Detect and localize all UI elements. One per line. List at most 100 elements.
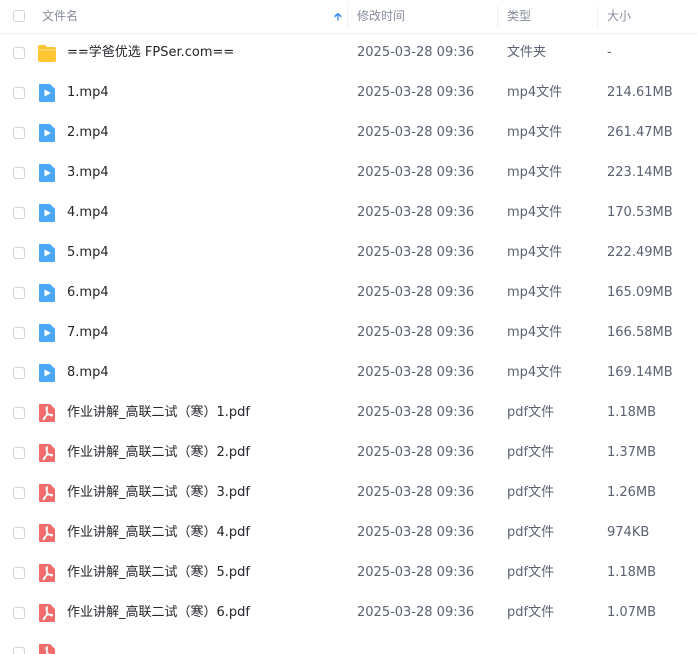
file-name[interactable]: 作业讲解_高联二试（寒）5.pdf [67,553,250,593]
modified-time: 2025-03-28 09:36 [357,45,475,60]
file-type: pdf文件 [507,445,555,460]
file-name[interactable]: 5.mp4 [67,233,109,273]
modified-time: 2025-03-28 09:36 [357,445,475,460]
file-name[interactable]: 作业讲解_高联二试（寒）6.pdf [67,593,250,633]
video-icon [39,124,55,142]
file-size: 166.58MB [607,325,673,340]
row-checkbox[interactable] [13,647,25,654]
file-type: mp4文件 [507,365,563,380]
file-size: 1.18MB [607,405,657,420]
file-type: mp4文件 [507,285,563,300]
file-name[interactable]: 作业讲解_高联二试（寒）1.pdf [67,393,250,433]
table-row[interactable]: 作业讲解_高联二试（寒）1.pdf 2025-03-28 09:36 pdf文件 1.… [0,393,697,433]
file-list: 文件名 🡱 修改时间 类型 大小 ==学爸优选 FPSer.com== 2025-… [0,0,697,654]
row-checkbox[interactable] [13,287,25,299]
file-type: mp4文件 [507,85,563,100]
table-row[interactable]: 作业讲解_高联二试（寒）2.pdf 2025-03-28 09:36 pdf文件 1.… [0,433,697,473]
table-row[interactable]: 2.mp4 2025-03-28 09:36 mp4文件 261.47MB [0,113,697,153]
file-size: 170.53MB [607,205,673,220]
file-name[interactable]: 作业讲解_高联二试（寒）4.pdf [67,513,250,553]
file-name[interactable]: 8.mp4 [67,353,109,393]
file-type: pdf文件 [507,565,555,580]
file-name[interactable]: 4.mp4 [67,193,109,233]
modified-time: 2025-03-28 09:36 [357,525,475,540]
pdf-icon [39,564,55,582]
file-name[interactable]: 7.mp4 [67,313,109,353]
file-name[interactable]: ==学爸优选 FPSer.com== [67,33,234,73]
modified-time: 2025-03-28 09:36 [357,85,475,100]
modified-time: 2025-03-28 09:36 [357,565,475,580]
file-type: mp4文件 [507,165,563,180]
table-row[interactable]: ==学爸优选 FPSer.com== 2025-03-28 09:36 文件夹 - [0,33,697,73]
row-checkbox[interactable] [13,87,25,99]
pdf-icon [39,484,55,502]
pdf-icon [39,444,55,462]
file-size: 222.49MB [607,245,673,260]
row-checkbox[interactable] [13,447,25,459]
pdf-icon [39,644,55,654]
row-checkbox[interactable] [13,127,25,139]
video-icon [39,164,55,182]
file-type: 文件夹 [507,45,547,60]
file-name[interactable]: 6.mp4 [67,273,109,313]
table-row[interactable]: 6.mp4 2025-03-28 09:36 mp4文件 165.09MB [0,273,697,313]
file-size: 223.14MB [607,165,673,180]
file-type: pdf文件 [507,605,555,620]
modified-time: 2025-03-28 09:36 [357,205,475,220]
table-row[interactable]: 8.mp4 2025-03-28 09:36 mp4文件 169.14MB [0,353,697,393]
table-row[interactable] [0,633,697,654]
header-type[interactable]: 类型 [507,0,531,33]
file-type: pdf文件 [507,405,555,420]
modified-time: 2025-03-28 09:36 [357,245,475,260]
row-checkbox[interactable] [13,487,25,499]
header-divider [597,6,598,28]
row-checkbox[interactable] [13,367,25,379]
row-checkbox[interactable] [13,167,25,179]
file-type: mp4文件 [507,125,563,140]
row-checkbox[interactable] [13,527,25,539]
file-size: - [607,45,612,60]
pdf-icon [39,524,55,542]
arrow-up-icon[interactable]: 🡱 [334,0,342,33]
row-checkbox[interactable] [13,247,25,259]
header-size[interactable]: 大小 [607,0,631,33]
header-name[interactable]: 文件名 [42,0,78,33]
file-name[interactable]: 作业讲解_高联二试（寒）3.pdf [67,473,250,513]
row-checkbox[interactable] [13,567,25,579]
file-type: pdf文件 [507,485,555,500]
file-size: 1.07MB [607,605,657,620]
table-row[interactable]: 4.mp4 2025-03-28 09:36 mp4文件 170.53MB [0,193,697,233]
file-size: 214.61MB [607,85,673,100]
table-row[interactable]: 1.mp4 2025-03-28 09:36 mp4文件 214.61MB [0,73,697,113]
row-checkbox[interactable] [13,407,25,419]
modified-time: 2025-03-28 09:36 [357,605,475,620]
table-row[interactable]: 作业讲解_高联二试（寒）5.pdf 2025-03-28 09:36 pdf文件 1.… [0,553,697,593]
video-icon [39,324,55,342]
header-divider [497,6,498,28]
table-row[interactable]: 作业讲解_高联二试（寒）4.pdf 2025-03-28 09:36 pdf文件 97… [0,513,697,553]
header-divider [347,6,348,28]
file-size: 261.47MB [607,125,673,140]
table-row[interactable]: 7.mp4 2025-03-28 09:36 mp4文件 166.58MB [0,313,697,353]
row-checkbox[interactable] [13,207,25,219]
row-checkbox[interactable] [13,47,25,59]
video-icon [39,364,55,382]
file-name[interactable]: 3.mp4 [67,153,109,193]
table-row[interactable]: 作业讲解_高联二试（寒）6.pdf 2025-03-28 09:36 pdf文件 1.… [0,593,697,633]
table-row[interactable]: 作业讲解_高联二试（寒）3.pdf 2025-03-28 09:36 pdf文件 1.… [0,473,697,513]
header-modified[interactable]: 修改时间 [357,0,405,33]
row-checkbox[interactable] [13,327,25,339]
table-row[interactable]: 5.mp4 2025-03-28 09:36 mp4文件 222.49MB [0,233,697,273]
file-type: mp4文件 [507,205,563,220]
table-row[interactable]: 3.mp4 2025-03-28 09:36 mp4文件 223.14MB [0,153,697,193]
file-name[interactable]: 2.mp4 [67,113,109,153]
video-icon [39,244,55,262]
pdf-icon [39,404,55,422]
select-all-checkbox[interactable] [13,10,25,22]
modified-time: 2025-03-28 09:36 [357,325,475,340]
file-size: 165.09MB [607,285,673,300]
row-checkbox[interactable] [13,607,25,619]
file-name[interactable]: 作业讲解_高联二试（寒）2.pdf [67,433,250,473]
modified-time: 2025-03-28 09:36 [357,125,475,140]
file-name[interactable]: 1.mp4 [67,73,109,113]
